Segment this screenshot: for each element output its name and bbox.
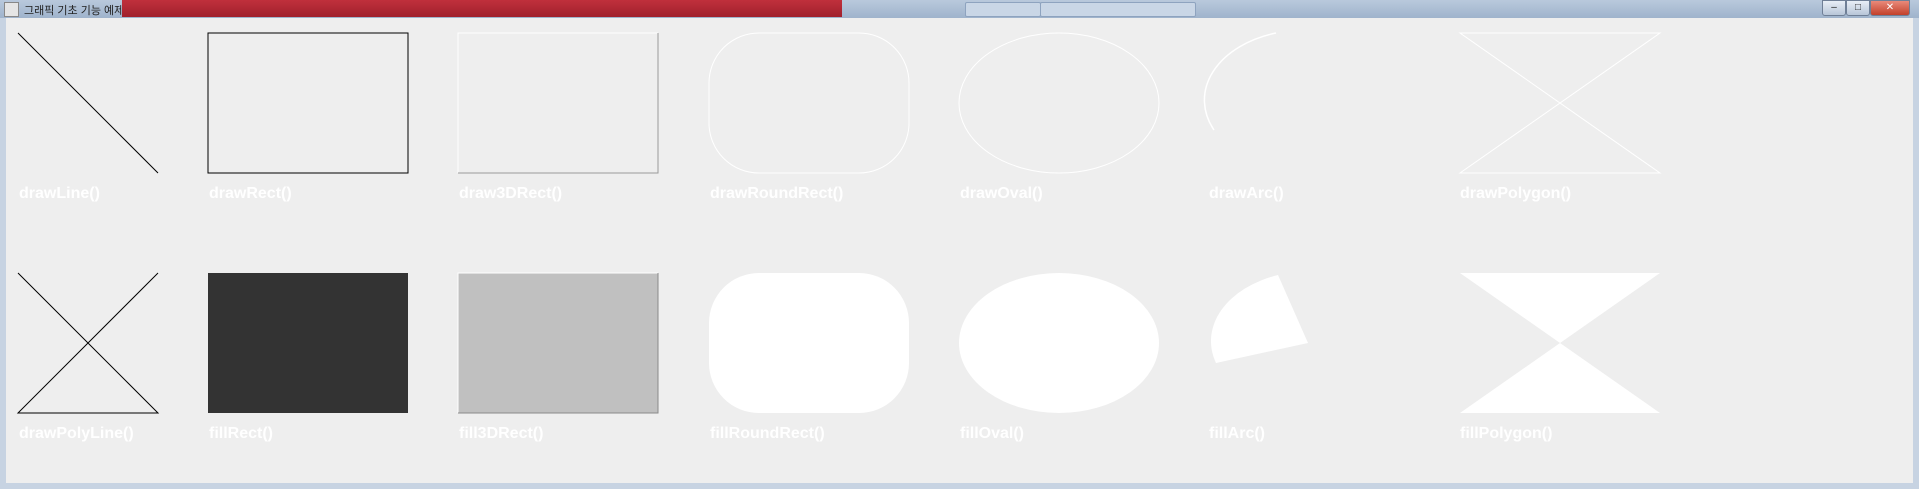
close-icon[interactable]: ✕ [1870,0,1910,16]
shape-drawArc [1203,32,1277,131]
shape-drawPolygon [1458,32,1662,174]
shape-fillPolygon [1460,273,1660,413]
window-frame-bottom [0,483,1919,489]
label-fillPolygon: fillPolygon() [1460,425,1553,442]
shape-drawPolyLine [16,272,160,414]
app-icon[interactable] [4,2,19,17]
shape-drawRoundRect [708,32,910,174]
label-drawRoundRect: drawRoundRect() [710,185,844,202]
taskbar-item[interactable] [965,2,1041,17]
label-draw3DRect: draw3DRect() [459,185,563,202]
taskbar-overlay [122,0,842,17]
label-fill3DRect: fill3DRect() [459,425,544,442]
label-fillOval: fillOval() [960,425,1025,442]
taskbar-item[interactable] [1040,2,1196,17]
shape-fillRect [208,273,408,413]
shape-fill3DRect [457,272,659,414]
label-drawLine: drawLine() [19,185,100,202]
drawing-canvas: drawLine() drawRect() draw3DRect() drawR… [6,18,1913,483]
graphics-demo-svg [16,32,1662,414]
shape-fillRoundRect [709,273,909,413]
minimize-icon[interactable]: ‒ [1822,0,1846,16]
label-drawOval: drawOval() [960,185,1043,202]
shape-fillArc [1210,275,1308,363]
shape-drawLine [17,32,159,174]
label-drawPolygon: drawPolygon() [1460,185,1572,202]
shape-drawOval [958,32,1160,174]
label-fillRoundRect: fillRoundRect() [710,425,825,442]
shape-drawRect [207,32,409,174]
maximize-icon[interactable]: □ [1846,0,1870,16]
label-drawRect: drawRect() [209,185,292,202]
shape-fillOval [959,273,1159,413]
label-drawArc: drawArc() [1209,185,1284,202]
label-fillArc: fillArc() [1209,425,1265,442]
label-fillRect: fillRect() [209,425,273,442]
shape-draw3DRect [457,32,659,174]
window-title-bar[interactable]: 그래픽 기초 기능 예제 ‒ □ ✕ [0,0,1919,18]
window-title: 그래픽 기초 기능 예제 [24,5,125,17]
label-drawPolyLine: drawPolyLine() [19,425,134,442]
window-frame-right [1913,18,1919,489]
